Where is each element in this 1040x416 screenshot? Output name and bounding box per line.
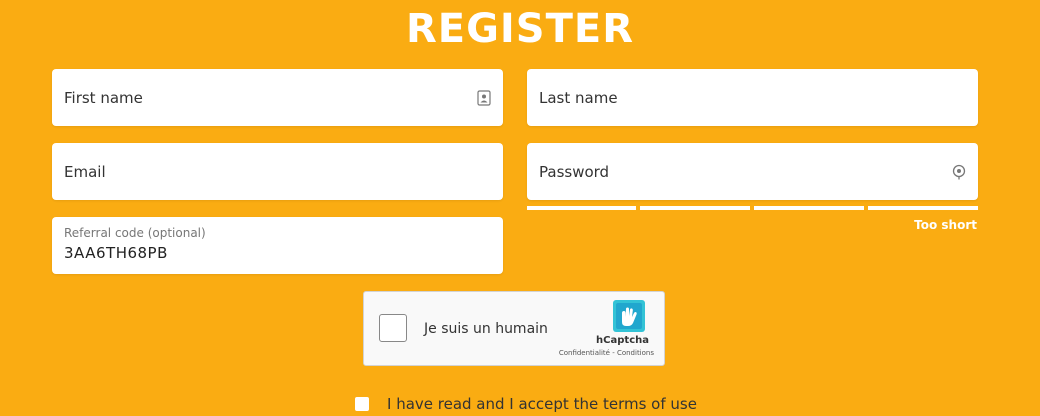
email-placeholder: Email [64, 162, 106, 181]
password-strength-segment-2 [640, 206, 750, 210]
hcaptcha-brand: hCaptcha [596, 335, 649, 346]
last-name-field[interactable]: Last name [527, 69, 978, 126]
password-strength-label: Too short [914, 218, 977, 232]
hcaptcha-widget: Je suis un humain hCaptcha Confidentiali… [363, 291, 665, 366]
hcaptcha-logo-icon [613, 300, 645, 332]
captcha-label: Je suis un humain [424, 321, 548, 337]
password-field[interactable]: Password [527, 143, 978, 200]
hcaptcha-links[interactable]: Confidentialité - Conditions [559, 349, 654, 357]
password-placeholder: Password [539, 162, 610, 181]
email-field[interactable]: Email [52, 143, 503, 200]
contact-card-icon [477, 89, 491, 106]
terms-label[interactable]: I have read and I accept the terms of us… [387, 395, 697, 413]
terms-checkbox[interactable] [355, 397, 369, 411]
captcha-checkbox[interactable] [379, 314, 407, 342]
first-name-placeholder: First name [64, 88, 143, 107]
last-name-placeholder: Last name [539, 88, 618, 107]
referral-code-value: 3AA6TH68PB [64, 244, 168, 262]
password-strength-segment-4 [868, 206, 978, 210]
first-name-field[interactable]: First name [52, 69, 503, 126]
referral-code-field[interactable]: Referral code (optional) 3AA6TH68PB [52, 217, 503, 274]
page-title: REGISTER [405, 6, 635, 52]
password-strength-segment-3 [754, 206, 864, 210]
referral-code-label: Referral code (optional) [64, 226, 206, 240]
password-visibility-icon[interactable] [952, 164, 966, 180]
password-strength-segment-1 [527, 206, 636, 210]
